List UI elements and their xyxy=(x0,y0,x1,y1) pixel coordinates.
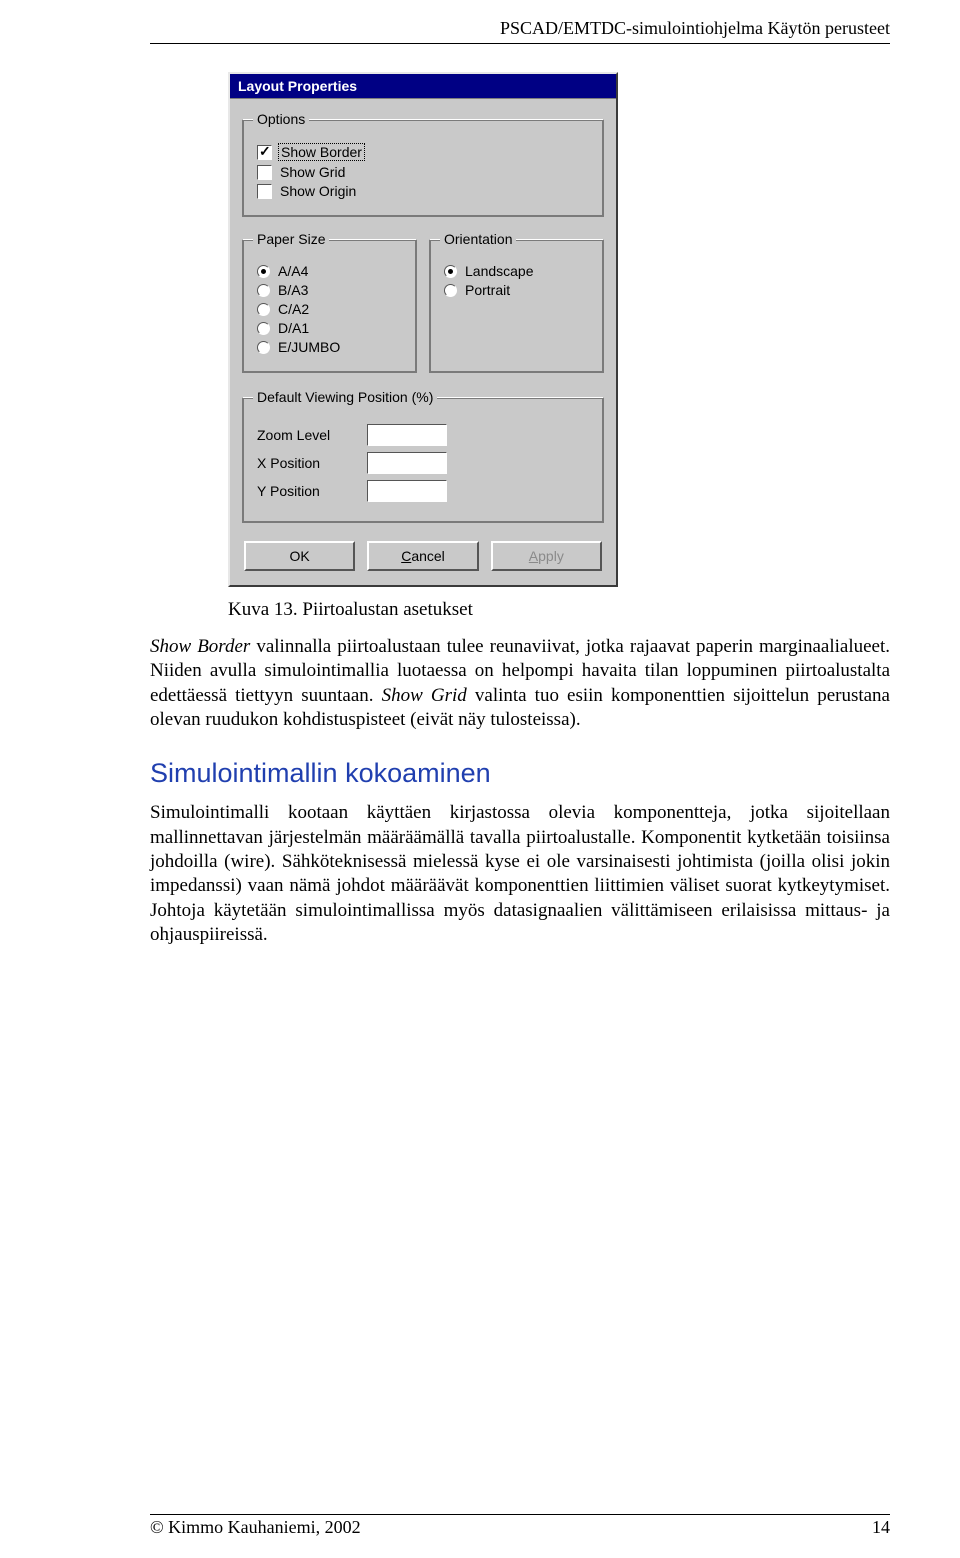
radio-a-a4[interactable]: A/A4 xyxy=(257,263,402,279)
checkbox-show-grid[interactable]: Show Grid xyxy=(257,164,589,180)
radio-icon xyxy=(257,322,270,335)
radio-icon xyxy=(444,284,457,297)
paper-size-legend: Paper Size xyxy=(253,231,329,247)
x-position-label: X Position xyxy=(257,455,367,471)
radio-icon xyxy=(257,341,270,354)
x-position-input[interactable] xyxy=(367,452,447,474)
button-label-underline: C xyxy=(401,548,411,564)
radio-label: Landscape xyxy=(465,263,534,279)
button-label: OK xyxy=(290,548,310,564)
radio-label: Portrait xyxy=(465,282,510,298)
button-label-underline: A xyxy=(529,548,538,564)
checkbox-show-border[interactable]: Show Border xyxy=(257,143,589,161)
checkbox-icon xyxy=(257,145,272,160)
radio-icon xyxy=(444,265,457,278)
viewing-position-legend: Default Viewing Position (%) xyxy=(253,389,437,405)
dialog-title: Layout Properties xyxy=(230,74,616,99)
zoom-level-input[interactable] xyxy=(367,424,447,446)
y-position-input[interactable] xyxy=(367,480,447,502)
radio-label: B/A3 xyxy=(278,282,308,298)
radio-e-jumbo[interactable]: E/JUMBO xyxy=(257,339,402,355)
radio-label: E/JUMBO xyxy=(278,339,340,355)
checkbox-label: Show Border xyxy=(278,143,365,161)
options-group: Options Show Border Show Grid Show Origi… xyxy=(242,119,604,217)
page-footer: © Kimmo Kauhaniemi, 2002 14 xyxy=(150,1514,890,1538)
zoom-level-label: Zoom Level xyxy=(257,427,367,443)
paragraph-2: Simulointimalli kootaan käyttäen kirjast… xyxy=(150,801,890,947)
cancel-button[interactable]: Cancel xyxy=(367,541,478,571)
options-legend: Options xyxy=(253,111,309,127)
checkbox-label: Show Origin xyxy=(280,183,356,199)
footer-copyright: © Kimmo Kauhaniemi, 2002 xyxy=(150,1517,361,1538)
checkbox-label: Show Grid xyxy=(280,164,345,180)
ok-button[interactable]: OK xyxy=(244,541,355,571)
footer-page-number: 14 xyxy=(872,1517,890,1538)
radio-icon xyxy=(257,284,270,297)
inline-italic: Show Grid xyxy=(382,685,467,706)
radio-icon xyxy=(257,303,270,316)
radio-portrait[interactable]: Portrait xyxy=(444,282,589,298)
layout-properties-dialog: Layout Properties Options Show Border Sh… xyxy=(228,72,618,587)
radio-b-a3[interactable]: B/A3 xyxy=(257,282,402,298)
checkbox-icon xyxy=(257,165,272,180)
apply-button[interactable]: Apply xyxy=(491,541,602,571)
viewing-position-group: Default Viewing Position (%) Zoom Level … xyxy=(242,397,604,523)
paragraph-1: Show Border valinnalla piirtoalustaan tu… xyxy=(150,635,890,732)
figure-caption: Kuva 13. Piirtoalustan asetukset xyxy=(228,599,890,621)
button-label-rest: pply xyxy=(538,548,564,564)
checkbox-icon xyxy=(257,184,272,199)
paper-size-group: Paper Size A/A4 B/A3 C/A2 xyxy=(242,239,417,373)
section-heading: Simulointimallin kokoaminen xyxy=(150,758,890,789)
radio-icon xyxy=(257,265,270,278)
radio-c-a2[interactable]: C/A2 xyxy=(257,301,402,317)
radio-label: C/A2 xyxy=(278,301,309,317)
radio-d-a1[interactable]: D/A1 xyxy=(257,320,402,336)
running-head: PSCAD/EMTDC-simulointiohjelma Käytön per… xyxy=(150,0,890,44)
radio-label: A/A4 xyxy=(278,263,308,279)
checkbox-show-origin[interactable]: Show Origin xyxy=(257,183,589,199)
orientation-legend: Orientation xyxy=(440,231,516,247)
radio-landscape[interactable]: Landscape xyxy=(444,263,589,279)
y-position-label: Y Position xyxy=(257,483,367,499)
inline-italic: Show Border xyxy=(150,636,250,657)
radio-label: D/A1 xyxy=(278,320,309,336)
button-label-rest: ancel xyxy=(411,548,444,564)
orientation-group: Orientation Landscape Portrait xyxy=(429,239,604,373)
